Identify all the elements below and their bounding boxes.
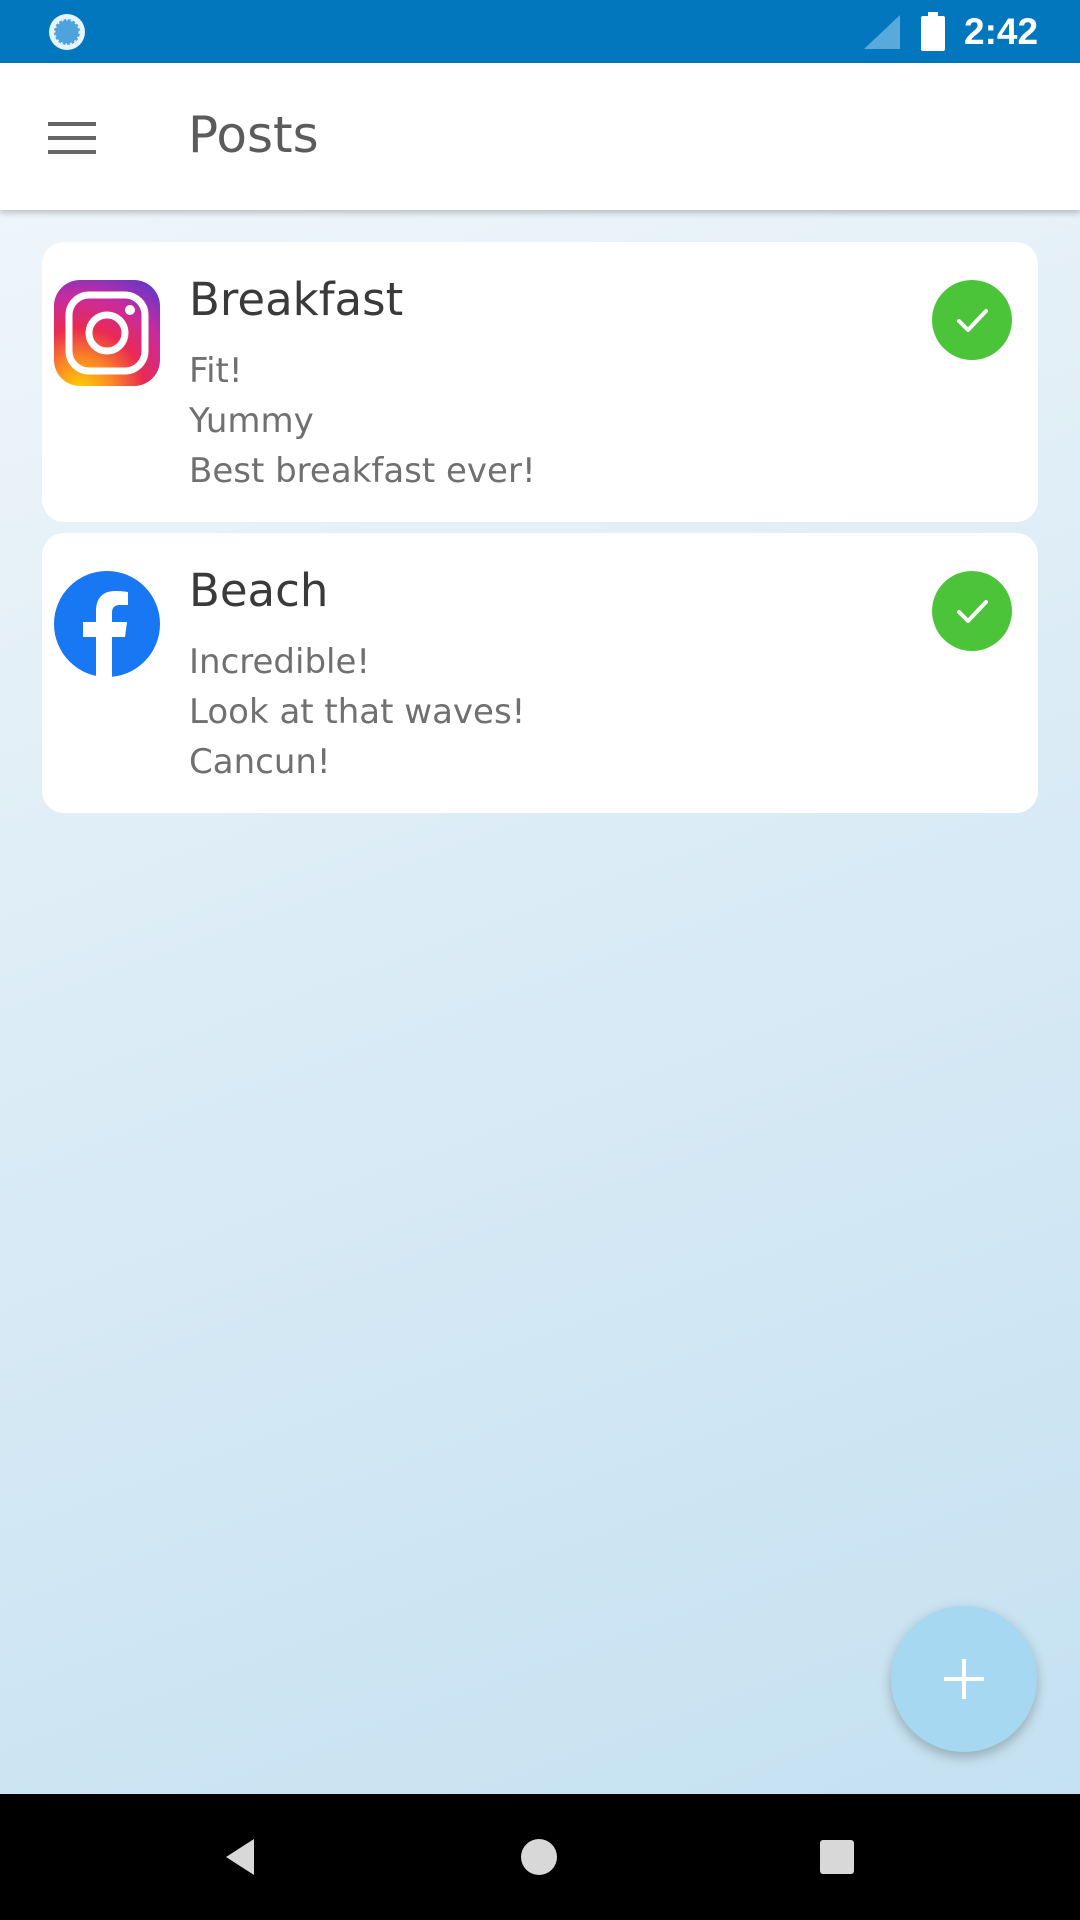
- app-bar: Posts: [0, 63, 1080, 210]
- post-text: Incredible! Look at that waves! Cancun!: [189, 637, 525, 787]
- navigation-bar: [0, 1794, 1080, 1920]
- post-card[interactable]: Breakfast Fit! Yummy Best breakfast ever…: [42, 242, 1038, 522]
- battery-icon: [921, 12, 945, 51]
- back-icon[interactable]: [208, 1824, 274, 1890]
- post-text: Fit! Yummy Best breakfast ever!: [189, 346, 536, 496]
- check-circle-icon: [932, 280, 1012, 360]
- post-card[interactable]: Beach Incredible! Look at that waves! Ca…: [42, 533, 1038, 813]
- home-icon[interactable]: [506, 1824, 572, 1890]
- status-bar: 2:42: [0, 0, 1080, 63]
- add-post-button[interactable]: [891, 1606, 1037, 1752]
- post-line: Cancun!: [189, 742, 331, 782]
- page-title: Posts: [188, 106, 319, 164]
- post-title: Beach: [189, 564, 329, 617]
- facebook-icon: [54, 571, 160, 677]
- signal-icon: [864, 15, 900, 49]
- sync-icon: [49, 14, 85, 50]
- plus-icon: [944, 1659, 984, 1699]
- post-title: Breakfast: [189, 273, 404, 326]
- post-line: Fit!: [189, 351, 243, 391]
- post-line: Yummy: [189, 401, 314, 441]
- post-line: Best breakfast ever!: [189, 451, 536, 491]
- status-time: 2:42: [964, 11, 1039, 52]
- hamburger-menu-icon: [48, 122, 96, 154]
- post-line: Look at that waves!: [189, 692, 526, 732]
- post-line: Incredible!: [189, 642, 371, 682]
- menu-button[interactable]: [40, 106, 104, 170]
- instagram-icon: [54, 280, 160, 386]
- check-circle-icon: [932, 571, 1012, 651]
- recents-icon[interactable]: [804, 1824, 870, 1890]
